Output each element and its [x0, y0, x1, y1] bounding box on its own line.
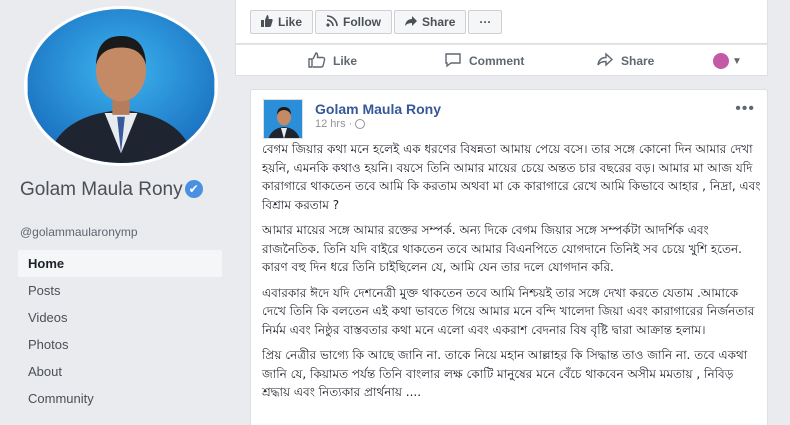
previous-post-actions: Like Comment Share ▼: [235, 44, 768, 76]
post-author-avatar[interactable]: [263, 99, 303, 139]
nav-item-photos[interactable]: Photos: [18, 331, 222, 358]
post-paragraph-3: এবারকার ঈদে যদি দেশনেত্রী মুক্ত থাকতেন ত…: [262, 285, 755, 337]
page-sidebar: Golam Maula Rony ✔ @golammaularonymp Home…: [0, 0, 235, 425]
post-paragraph-1: বেগম জিয়ার কথা মনে হলেই এক ধরণের বিষন্ন…: [262, 142, 761, 212]
globe-icon: [355, 119, 366, 129]
post-author-name[interactable]: Golam Maula Rony: [315, 101, 441, 117]
post-paragraph-4: প্রিয় নেত্রীর ভাগ্যে কি আছে জানি না. তা…: [262, 348, 748, 399]
thumbs-up-icon: [261, 14, 273, 30]
verified-badge-icon: ✔: [184, 180, 203, 198]
nav-item-videos[interactable]: Videos: [18, 304, 222, 331]
reaction-selector[interactable]: ▼: [713, 53, 742, 69]
profile-photo: [27, 9, 215, 163]
post-share-label: Share: [621, 54, 655, 68]
page-like-label: Like: [278, 15, 303, 29]
share-outline-icon: [596, 51, 614, 71]
profile-handle[interactable]: @golammaularonymp: [20, 225, 138, 239]
post-options-button[interactable]: •••: [735, 100, 755, 118]
page-share-button[interactable]: Share: [394, 10, 467, 34]
thumbs-up-outline-icon: [308, 51, 326, 71]
page-actions-card: Like Follow Share ···: [235, 0, 768, 44]
post-comment-button[interactable]: Comment: [444, 51, 524, 71]
nav-item-posts[interactable]: Posts: [18, 277, 222, 304]
profile-avatar[interactable]: [24, 6, 218, 166]
post-timestamp[interactable]: 12 hrs: [315, 118, 346, 130]
rss-icon: [326, 14, 338, 30]
post-paragraph-2: আমার মায়ের সঙ্গে আমার রক্তের সম্পর্ক. অ…: [262, 223, 742, 274]
nav-item-home[interactable]: Home: [18, 250, 222, 277]
meta-separator: ·: [348, 118, 353, 130]
nav-item-community[interactable]: Community: [18, 385, 222, 412]
chevron-down-icon: ▼: [732, 55, 742, 67]
page-follow-button[interactable]: Follow: [315, 10, 393, 34]
post-card: Golam Maula Rony 12 hrs · ••• বেগম জিয়া…: [250, 89, 768, 425]
page-nav: Home Posts Videos Photos About Community: [18, 250, 222, 412]
author-photo: [264, 100, 302, 138]
post-like-button[interactable]: Like: [308, 51, 357, 71]
post-text: বেগম জিয়ার কথা মনে হলেই এক ধরণের বিষন্ন…: [262, 140, 762, 409]
post-meta: 12 hrs ·: [315, 118, 366, 130]
post-like-label: Like: [333, 54, 358, 68]
page-follow-label: Follow: [343, 15, 382, 29]
page-like-button[interactable]: Like: [250, 10, 314, 34]
page-avatar-icon: [713, 53, 729, 69]
profile-name: Golam Maula Rony ✔: [20, 178, 220, 202]
comment-bubble-icon: [444, 52, 462, 71]
share-arrow-icon: [405, 15, 418, 30]
page-share-label: Share: [422, 15, 456, 29]
page-more-button[interactable]: ···: [468, 10, 503, 34]
nav-item-about[interactable]: About: [18, 358, 222, 385]
profile-name-text: Golam Maula Rony: [20, 179, 183, 200]
post-share-button[interactable]: Share: [596, 51, 654, 71]
page-actions-bar: Like Follow Share ···: [250, 10, 503, 34]
post-comment-label: Comment: [469, 54, 525, 68]
